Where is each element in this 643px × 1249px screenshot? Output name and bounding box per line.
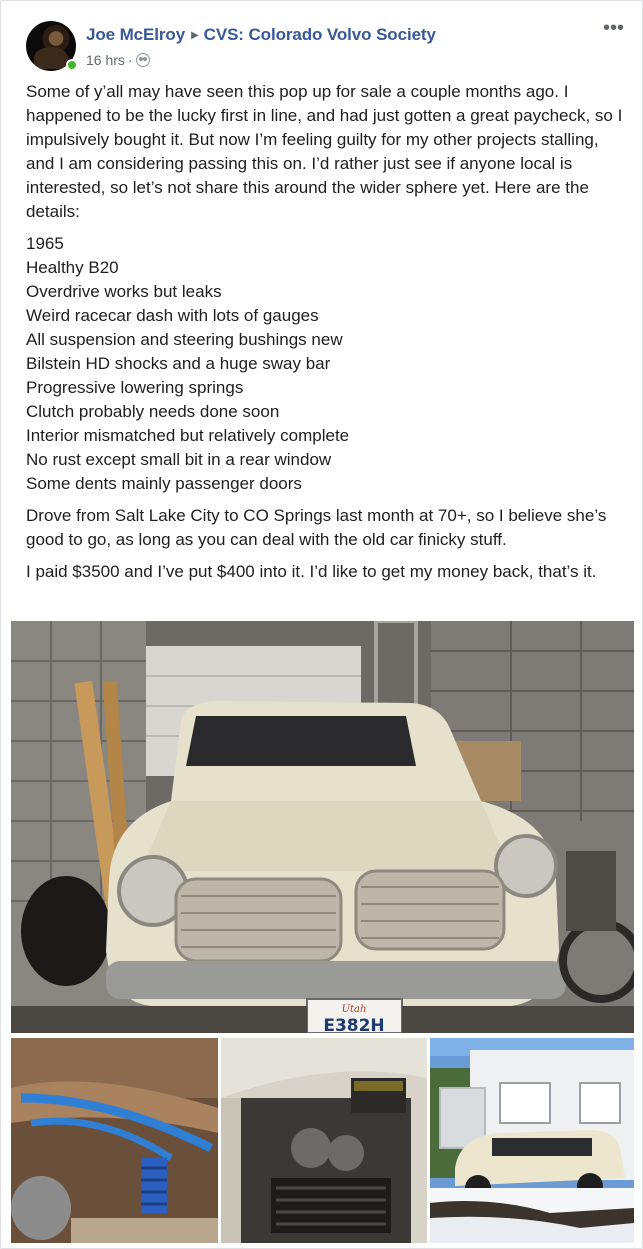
intro-paragraph: Some of y’all may have seen this pop up … [26, 82, 623, 221]
list-item: Weird racecar dash with lots of gauges [26, 306, 319, 325]
spec-list: 1965 Healthy B20 Overdrive works but lea… [26, 232, 626, 496]
engine-bay-image [221, 1038, 427, 1243]
list-item: No rust except small bit in a rear windo… [26, 450, 332, 469]
list-item: 1965 [26, 234, 64, 253]
author-name[interactable]: Joe McElroy [86, 25, 185, 44]
post-body: Some of y’all may have seen this pop up … [26, 80, 626, 592]
car-front-image: Utah E382H [11, 621, 634, 1033]
list-item: Healthy B20 [26, 258, 119, 277]
group-icon[interactable] [135, 53, 150, 67]
price-paragraph: I paid $3500 and I’ve put $400 into it. … [26, 562, 597, 581]
post-header: Joe McElroy ▶ CVS: Colorado Volvo Society … [26, 18, 629, 71]
photo-car-front[interactable]: Utah E382H [11, 621, 634, 1033]
photo-engine-bay[interactable] [221, 1038, 427, 1243]
list-item: Some dents mainly passenger doors [26, 474, 302, 493]
plate-state: Utah [342, 1004, 367, 1015]
list-item: All suspension and steering bushings new [26, 330, 343, 349]
author-line: Joe McElroy ▶ CVS: Colorado Volvo Society [86, 25, 436, 45]
post-card: Joe McElroy ▶ CVS: Colorado Volvo Society … [0, 0, 643, 1249]
triangle-right-icon: ▶ [191, 30, 199, 41]
undercarriage-image [11, 1038, 218, 1243]
group-name[interactable]: CVS: Colorado Volvo Society [204, 25, 436, 44]
list-item: Progressive lowering springs [26, 378, 244, 397]
meta-separator: · [127, 52, 133, 68]
more-options-icon[interactable]: ••• [603, 18, 629, 39]
list-item: Clutch probably needs done soon [26, 402, 280, 421]
closing-paragraph: Drove from Salt Lake City to CO Springs … [26, 506, 607, 549]
list-item: Bilstein HD shocks and a huge sway bar [26, 354, 331, 373]
wagon-outside-image [430, 1038, 634, 1243]
list-item: Overdrive works but leaks [26, 282, 222, 301]
list-item: Interior mismatched but relatively compl… [26, 426, 350, 445]
author-avatar[interactable] [26, 21, 78, 71]
photo-wagon-outside[interactable] [430, 1038, 634, 1243]
post-meta: 16 hrs · [86, 52, 150, 68]
plate-number: E382H [323, 1016, 384, 1033]
online-status-icon [66, 59, 78, 71]
photo-undercarriage[interactable] [11, 1038, 218, 1243]
post-timestamp[interactable]: 16 hrs [86, 52, 125, 68]
